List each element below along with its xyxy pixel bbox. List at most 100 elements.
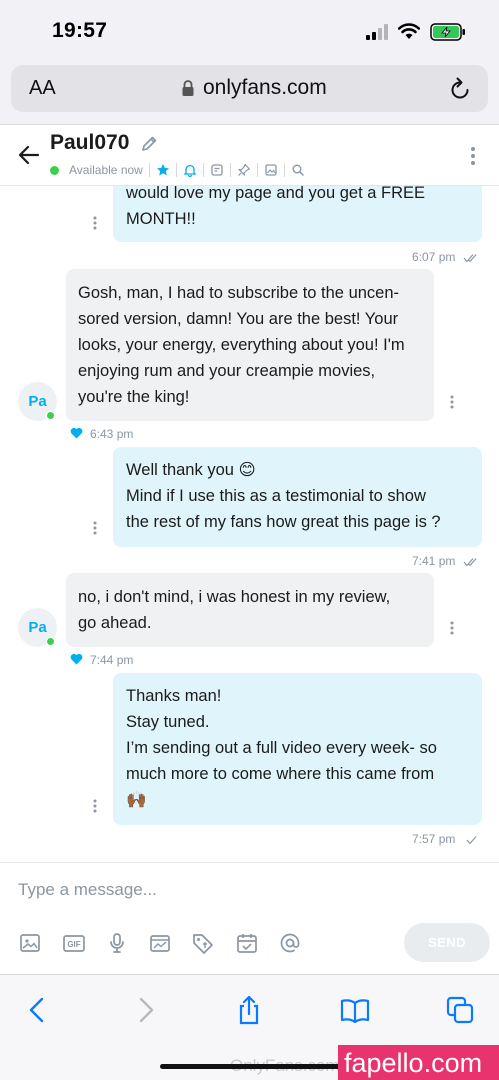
bell-icon[interactable] (183, 163, 197, 177)
online-indicator (50, 165, 59, 175)
gif-icon[interactable]: GIF (62, 931, 86, 955)
schedule-calendar-icon[interactable] (235, 931, 259, 955)
url-display[interactable]: onlyfans.com (181, 76, 327, 100)
address-bar[interactable]: AA onlyfans.com (11, 65, 488, 112)
back-arrow-icon[interactable] (16, 142, 42, 168)
chat-username[interactable]: Paul070 (50, 131, 129, 155)
heart-liked-icon[interactable] (70, 653, 83, 665)
timestamp-text: 7:44 pm (90, 653, 134, 667)
avatar[interactable]: Pa (18, 608, 57, 647)
reload-icon[interactable] (448, 76, 472, 102)
message-options-icon[interactable] (93, 521, 97, 535)
share-icon[interactable] (234, 995, 264, 1025)
timestamp-text: 6:07 pm (412, 250, 456, 264)
message-input[interactable] (0, 871, 499, 909)
message-timestamp: 6:07 pm (412, 250, 481, 264)
status-time: 19:57 (52, 19, 108, 42)
message-options-icon[interactable] (93, 216, 97, 230)
message-composer: GIF SEND (0, 862, 499, 974)
message-text-line: sored version, damn! You are the best! Y… (78, 310, 399, 328)
heart-liked-icon[interactable] (70, 427, 83, 439)
timestamp-text: 6:43 pm (90, 427, 134, 441)
outgoing-message-bubble[interactable]: would love my page and you get a FREE MO… (113, 186, 482, 242)
divider (202, 163, 204, 177)
bookmarks-icon[interactable] (340, 995, 370, 1025)
forward-icon[interactable] (130, 995, 160, 1025)
chat-header: Paul070 Available now (0, 124, 499, 186)
microphone-icon[interactable] (105, 931, 129, 955)
avatar-initials: Pa (28, 619, 47, 636)
search-icon[interactable] (291, 163, 305, 177)
message-emoji: 🙌🏾 (126, 791, 147, 809)
message-timestamp: 7:41 pm (412, 554, 481, 568)
wifi-icon (398, 23, 420, 39)
divider (229, 163, 231, 177)
message-options-icon[interactable] (450, 621, 454, 635)
divider (256, 163, 258, 177)
message-list[interactable]: would love my page and you get a FREE MO… (0, 186, 499, 862)
home-indicator (160, 1064, 340, 1069)
incoming-message-bubble[interactable]: Gosh, man, I had to subscribe to the unc… (66, 269, 434, 421)
tabs-icon[interactable] (445, 995, 475, 1025)
cellular-signal-icon (366, 24, 388, 40)
more-options-icon[interactable] (466, 145, 480, 167)
sent-check-icon (466, 835, 477, 845)
divider (148, 163, 150, 177)
star-icon[interactable] (156, 163, 170, 177)
message-text-line: Well thank you 😊 (126, 461, 256, 479)
edit-pencil-icon[interactable] (140, 135, 158, 153)
online-indicator (46, 637, 55, 646)
timestamp-text: 7:41 pm (412, 554, 456, 568)
incoming-message-bubble[interactable]: no, i don't mind, i was honest in my rev… (66, 573, 434, 647)
message-text-line: you're the king! (78, 388, 190, 406)
price-tag-icon[interactable] (191, 931, 215, 955)
lock-icon (182, 80, 194, 96)
back-icon[interactable] (23, 995, 53, 1025)
gallery-icon[interactable] (264, 163, 278, 177)
message-text-line: much more to come where this came from (126, 765, 435, 783)
chat-status-row: Available now (50, 162, 305, 178)
online-indicator (46, 411, 55, 420)
browser-toolbar: OnlyFans.com fapello.com (0, 974, 499, 1080)
message-options-icon[interactable] (450, 395, 454, 409)
battery-charging-icon (430, 23, 465, 41)
divider (283, 163, 285, 177)
message-text-line: Mind if I use this as a testimonial to s… (126, 487, 426, 505)
outgoing-message-bubble[interactable]: Thanks man! Stay tuned. I’m sending out … (113, 673, 482, 825)
message-text-line: would love my page and you get a FREE (126, 186, 426, 202)
message-text-line: go ahead. (78, 614, 152, 632)
pin-icon[interactable] (237, 163, 251, 177)
read-receipt-icon (463, 253, 477, 263)
message-text-line: Thanks man! (126, 687, 222, 705)
browser-address-area: AA onlyfans.com (0, 60, 499, 124)
read-receipt-icon (463, 557, 477, 567)
message-text-line: looks, your energy, everything about you… (78, 336, 405, 354)
watermark-badge: fapello.com (338, 1045, 499, 1080)
message-text-line: Stay tuned. (126, 713, 210, 731)
avatar-initials: Pa (28, 393, 47, 410)
ios-status-bar: 19:57 (0, 0, 499, 60)
send-button[interactable]: SEND (404, 923, 490, 962)
avatar[interactable]: Pa (18, 382, 57, 421)
svg-text:GIF: GIF (67, 940, 80, 949)
timestamp-text: 7:57 pm (412, 832, 456, 846)
text-size-button[interactable]: AA (29, 77, 56, 100)
url-text: onlyfans.com (203, 76, 327, 99)
divider (175, 163, 177, 177)
message-options-icon[interactable] (93, 799, 97, 813)
message-text-line: the rest of my fans how great this page … (126, 513, 441, 531)
message-text-line: no, i don't mind, i was honest in my rev… (78, 588, 391, 606)
message-timestamp: 7:57 pm (412, 832, 481, 846)
outgoing-message-bubble[interactable]: Well thank you 😊 Mind if I use this as a… (113, 447, 482, 547)
message-text-line: I’m sending out a full video every week-… (126, 739, 437, 757)
text-size-label: AA (29, 77, 56, 99)
message-timestamp: 6:43 pm (70, 427, 133, 441)
message-timestamp: 7:44 pm (70, 653, 133, 667)
message-text-line: enjoying rum and your creampie movies, (78, 362, 376, 380)
availability-text: Available now (69, 163, 143, 177)
mention-icon[interactable] (278, 931, 302, 955)
message-text-line: MONTH!! (126, 210, 196, 228)
vault-media-icon[interactable] (148, 931, 172, 955)
note-icon[interactable] (210, 163, 224, 177)
image-upload-icon[interactable] (18, 931, 42, 955)
